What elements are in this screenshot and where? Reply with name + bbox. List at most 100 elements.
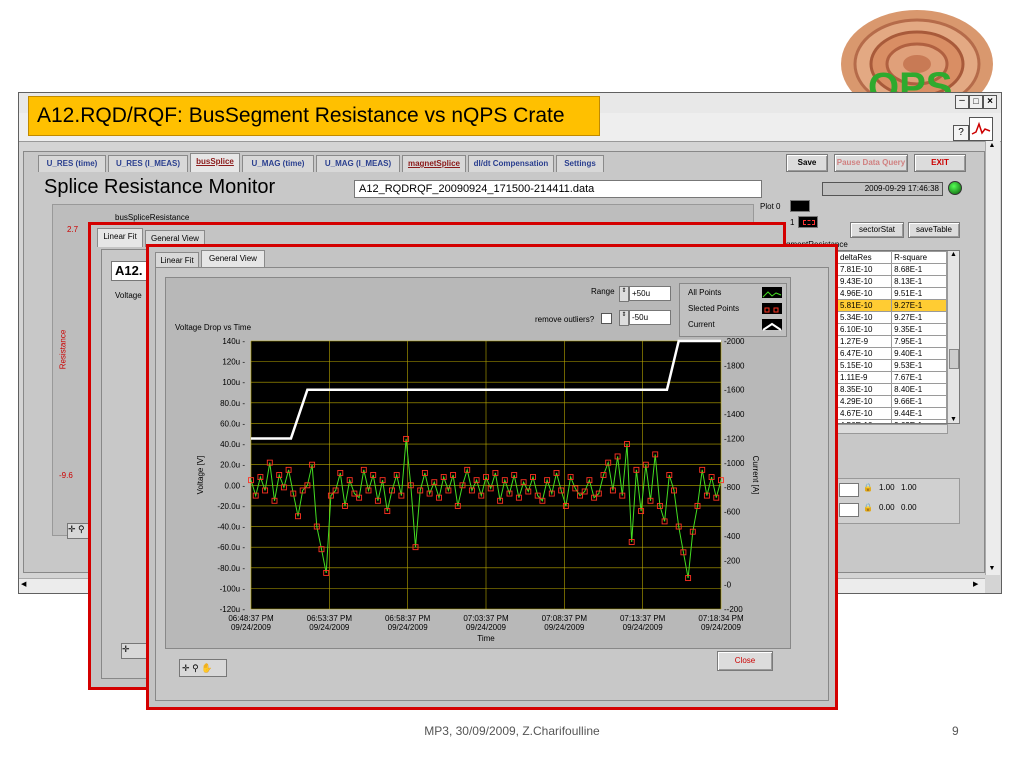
y-format-label[interactable]: 0.00 bbox=[879, 503, 895, 512]
column-header: R-square bbox=[891, 251, 947, 264]
exit-button[interactable]: EXIT bbox=[914, 154, 966, 172]
y-tick-label: 20.0u - bbox=[220, 461, 245, 470]
r-square-cell: 9.44E-1 bbox=[891, 407, 947, 420]
table-row[interactable]: 4.96E-10 9.51E-1 bbox=[837, 287, 947, 300]
table-row[interactable]: 5.81E-10 9.27E-1 bbox=[837, 299, 947, 312]
vertical-scrollbar[interactable] bbox=[985, 141, 1000, 575]
y-tick-label: 40.0u - bbox=[220, 440, 245, 449]
table-row[interactable]: 6.47E-10 9.40E-1 bbox=[837, 347, 947, 360]
mid-tab-linear-fit[interactable]: Linear Fit bbox=[97, 228, 143, 247]
table-row[interactable]: 5.15E-10 9.53E-1 bbox=[837, 359, 947, 372]
crosshair-icon[interactable]: ✛ bbox=[182, 663, 190, 673]
maximize-button[interactable]: □ bbox=[969, 95, 983, 109]
sector-stat-button[interactable]: sectorStat bbox=[850, 222, 904, 238]
r-square-cell: 8.68E-1 bbox=[891, 263, 947, 276]
scroll-left-arrow[interactable]: ◀ bbox=[21, 580, 26, 588]
save-table-button[interactable]: saveTable bbox=[908, 222, 960, 238]
range-top-field[interactable]: +50u bbox=[629, 286, 671, 301]
table-scrollbar[interactable]: ▲ ▼ bbox=[947, 251, 959, 423]
range-label: Range bbox=[591, 287, 615, 296]
table-row[interactable]: 4.29E-10 9.66E-1 bbox=[837, 395, 947, 408]
r-square-cell: 9.27E-1 bbox=[891, 299, 947, 312]
r-square-cell: 8.13E-1 bbox=[891, 275, 947, 288]
x-format-label[interactable]: 1.00 bbox=[879, 483, 895, 492]
y2-tick-label: -1400 bbox=[724, 410, 745, 419]
close-button[interactable]: Close bbox=[717, 651, 773, 671]
delta-res-cell: 7.81E-10 bbox=[837, 263, 893, 276]
save-button[interactable]: Save bbox=[786, 154, 828, 172]
table-row[interactable]: 1.27E-9 7.95E-1 bbox=[837, 335, 947, 348]
results-table[interactable]: deltaRes R-square 7.81E-10 8.68E-1 9.43E-1… bbox=[836, 250, 960, 424]
r-square-cell: 7.67E-1 bbox=[891, 371, 947, 384]
y-scale-field[interactable] bbox=[839, 503, 859, 517]
y-axis-top-value: 2.7 bbox=[67, 225, 79, 234]
x-precision-label[interactable]: 1.00 bbox=[901, 483, 917, 492]
remove-outliers-checkbox[interactable] bbox=[601, 313, 612, 324]
y-axis-label: Voltage [V] bbox=[196, 456, 205, 495]
vi-icon bbox=[969, 117, 993, 141]
r-square-cell: 9.40E-1 bbox=[891, 347, 947, 360]
front-graph-tools[interactable]: ✛ ⚲ ✋ bbox=[179, 659, 227, 677]
table-row[interactable]: 5.34E-10 9.27E-1 bbox=[837, 311, 947, 324]
scale-format-panel: 🔒 1.00 1.00 🔒 0.00 0.00 bbox=[836, 478, 960, 524]
minimize-button[interactable]: – bbox=[955, 95, 969, 109]
table-row[interactable]: 6.10E-10 9.35E-1 bbox=[837, 323, 947, 336]
table-row[interactable]: 8.35E-10 8.40E-1 bbox=[837, 383, 947, 396]
legend-all-points-swatch[interactable] bbox=[762, 287, 782, 298]
mid-graph-tools[interactable]: ✛ bbox=[121, 643, 147, 659]
tab-didt-compensation[interactable]: dI/dt Compensation bbox=[468, 155, 554, 172]
mid-tab-strip: Linear Fit General View bbox=[97, 227, 397, 247]
x-tick-date-label: 09/24/2009 bbox=[466, 623, 507, 632]
close-window-button[interactable]: × bbox=[983, 95, 997, 109]
lock-icon[interactable]: 🔒 bbox=[863, 483, 873, 492]
zoom-icon[interactable]: ⚲ bbox=[192, 663, 199, 673]
tab-bussplice[interactable]: busSplice bbox=[190, 153, 240, 172]
tab-u-mag-time[interactable]: U_MAG (time) bbox=[242, 155, 314, 172]
scroll-up-arrow[interactable]: ▲ bbox=[987, 142, 997, 152]
x-tick-date-label: 09/24/2009 bbox=[231, 623, 272, 632]
y-tick-label: -80.0u - bbox=[217, 564, 245, 573]
voltage-current-chart[interactable]: 140u - 120u - 100u - 80.0u - 60.0u - 40.0u - 2… bbox=[165, 333, 791, 663]
pause-data-query-button[interactable]: Pause Data Query bbox=[834, 154, 908, 172]
y2-tick-label: -1800 bbox=[724, 361, 745, 370]
r-square-cell: 9.51E-1 bbox=[891, 287, 947, 300]
range-bottom-field[interactable]: -50u bbox=[629, 310, 671, 325]
delta-res-cell: 5.34E-10 bbox=[837, 311, 893, 324]
tab-magnetsplice[interactable]: magnetSplice bbox=[402, 155, 466, 172]
help-icon[interactable]: ? bbox=[953, 125, 969, 141]
table-row[interactable]: 7.81E-10 8.68E-1 bbox=[837, 263, 947, 276]
plot1-swatch[interactable] bbox=[798, 216, 818, 228]
tab-u-res-imeas[interactable]: U_RES (I_MEAS) bbox=[108, 155, 188, 172]
y2-tick-label: -600 bbox=[724, 508, 741, 517]
x-tick-date-label: 09/24/2009 bbox=[701, 623, 742, 632]
pan-hand-icon[interactable]: ✋ bbox=[201, 663, 212, 673]
table-row[interactable]: 9.43E-10 8.13E-1 bbox=[837, 275, 947, 288]
y-axis-bottom-value: -9.6 bbox=[59, 471, 73, 480]
r-square-cell: 7.95E-1 bbox=[891, 335, 947, 348]
x-tick-label: 06:58:37 PM bbox=[385, 614, 431, 623]
file-name-field[interactable]: A12_RQDRQF_20090924_171500-214411.data bbox=[354, 180, 762, 198]
legend-current-swatch[interactable] bbox=[762, 319, 782, 331]
x-scale-field[interactable] bbox=[839, 483, 859, 497]
table-row[interactable]: 4.67E-10 9.44E-1 bbox=[837, 407, 947, 420]
lock-icon[interactable]: 🔒 bbox=[863, 503, 873, 512]
scroll-down-arrow[interactable]: ▼ bbox=[987, 565, 997, 575]
delta-res-cell: 4.96E-10 bbox=[837, 287, 893, 300]
tab-u-res-time[interactable]: U_RES (time) bbox=[38, 155, 106, 172]
y2-tick-label: --200 bbox=[724, 605, 743, 614]
scroll-right-arrow[interactable]: ▶ bbox=[973, 580, 978, 588]
range-bottom-stepper[interactable]: ⇕ bbox=[619, 310, 629, 326]
plot0-swatch[interactable] bbox=[790, 200, 810, 212]
y2-tick-label: -1000 bbox=[724, 459, 745, 468]
x-tick-label: 07:18:34 PM bbox=[698, 614, 744, 623]
tab-settings[interactable]: Settings bbox=[556, 155, 604, 172]
table-row[interactable]: 1.11E-9 7.67E-1 bbox=[837, 371, 947, 384]
legend-selected-swatch[interactable] bbox=[762, 303, 782, 314]
range-top-stepper[interactable]: ⇕ bbox=[619, 286, 629, 302]
y-precision-label[interactable]: 0.00 bbox=[901, 503, 917, 512]
y2-tick-label: -200 bbox=[724, 556, 741, 565]
general-view-window: Linear Fit General View Range ⇕ +50u rem… bbox=[146, 244, 838, 710]
tab-u-mag-imeas[interactable]: U_MAG (I_MEAS) bbox=[316, 155, 400, 172]
x-tick-date-label: 09/24/2009 bbox=[309, 623, 350, 632]
table-hscroll[interactable] bbox=[836, 424, 948, 434]
